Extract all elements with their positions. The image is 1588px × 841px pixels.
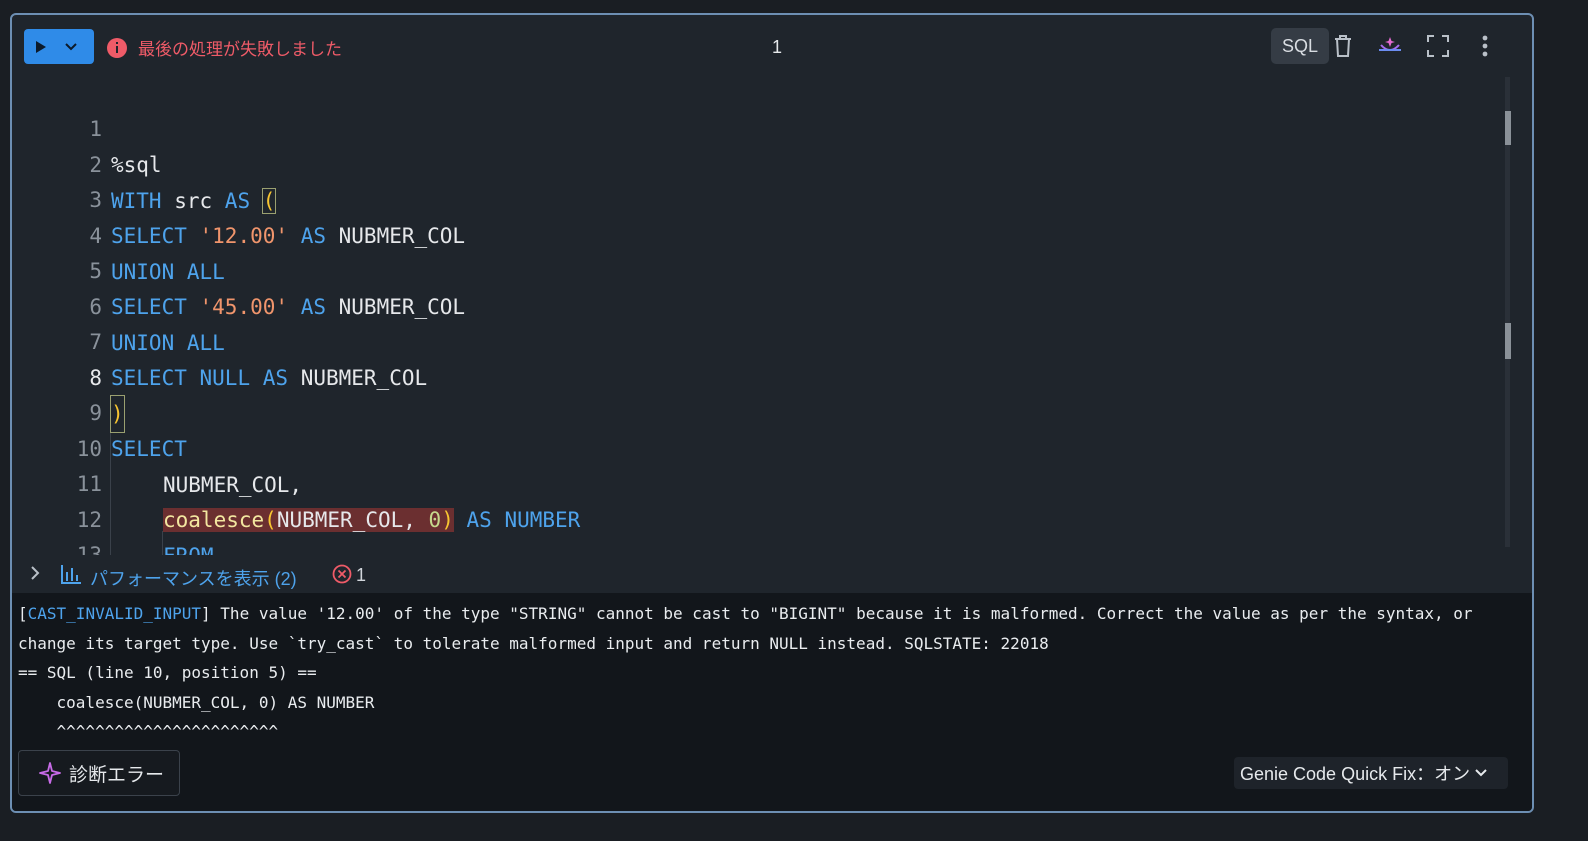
diagnose-error-button[interactable]: 診断エラー	[18, 750, 180, 796]
code-line: 6 UNION ALL	[12, 253, 224, 355]
code-line: 12 FROM	[12, 466, 214, 555]
code-line: 13 src	[12, 501, 102, 555]
run-button[interactable]	[24, 29, 94, 64]
play-icon[interactable]	[24, 40, 58, 54]
cell-number: 1	[772, 37, 783, 57]
language-badge[interactable]: SQL	[1271, 28, 1329, 64]
show-performance-link[interactable]: パフォーマンスを表示 (2)	[90, 565, 297, 591]
chevron-down-icon	[1475, 769, 1487, 777]
fullscreen-icon[interactable]	[1425, 33, 1451, 59]
code-line: 10 NUBMER_COL,	[12, 395, 302, 497]
error-output: [CAST_INVALID_INPUT] The value '12.00' o…	[12, 593, 1532, 811]
error-info-icon	[107, 37, 127, 58]
code-text: NUBMER_COL,	[163, 473, 303, 497]
code-text: UNION ALL	[111, 260, 225, 284]
code-text: FROM	[163, 538, 214, 555]
notebook-cell[interactable]: 最後の処理が失敗しました 1 SQL 1 %sql 2 WITH src AS …	[10, 13, 1534, 813]
chevron-right-icon[interactable]	[30, 565, 40, 586]
code-line: 9 SELECT	[12, 359, 187, 461]
code-text: SELECT NULL AS NUBMER_COL	[111, 366, 428, 390]
code-line: 1 %sql	[12, 75, 161, 177]
code-line: 7 SELECT NULL AS NUBMER_COL	[12, 288, 427, 390]
genie-quick-fix-label: Genie Code Quick Fix：オン	[1240, 764, 1471, 784]
code-line: 2 WITH src AS (	[12, 111, 277, 214]
scroll-marker	[1505, 111, 1511, 145]
bar-chart-icon	[60, 563, 82, 590]
code-text: SELECT '12.00' AS NUBMER_COL	[111, 224, 466, 248]
code-text: SELECT '45.00' AS NUBMER_COL	[111, 295, 466, 319]
editor-scrollbar[interactable]	[1505, 77, 1510, 547]
code-line: 11 coalesce(NUBMER_COL, 0) AS NUMBER	[12, 430, 580, 532]
error-code-link[interactable]: CAST_INVALID_INPUT	[28, 604, 201, 623]
error-highlight[interactable]: coalesce(NUBMER_COL, 0)	[163, 508, 454, 532]
scroll-marker	[1505, 323, 1511, 359]
assistant-icon[interactable]	[1377, 33, 1403, 59]
code-line: 3 SELECT '12.00' AS NUBMER_COL	[12, 146, 465, 248]
performance-row: パフォーマンスを表示 (2) 1	[12, 555, 1532, 595]
run-status: 最後の処理が失敗しました	[106, 35, 342, 60]
chevron-down-icon[interactable]	[58, 42, 84, 52]
error-count[interactable]: 1	[356, 565, 366, 586]
trash-icon[interactable]	[1330, 33, 1356, 59]
error-circle-icon	[332, 564, 352, 589]
code-line: 5 SELECT '45.00' AS NUBMER_COL	[12, 217, 465, 319]
code-text: %sql	[111, 153, 162, 177]
sparkle-icon	[39, 762, 61, 784]
error-message: [CAST_INVALID_INPUT] The value '12.00' o…	[18, 604, 1483, 741]
code-line: 4 UNION ALL	[12, 182, 224, 284]
status-text: 最後の処理が失敗しました	[138, 40, 342, 59]
code-text: WITH src AS (	[111, 188, 277, 214]
code-text: )	[110, 395, 125, 433]
code-editor[interactable]: 1 %sql 2 WITH src AS ( 3 SELECT '12.00' …	[12, 75, 1512, 555]
diagnose-error-label: 診断エラー	[69, 764, 165, 786]
line-number: 13	[76, 543, 102, 555]
cell-toolbar: 最後の処理が失敗しました 1 SQL	[12, 15, 1532, 75]
code-line: 8 )	[12, 324, 125, 433]
more-options-icon[interactable]	[1472, 33, 1498, 59]
code-text: SELECT	[111, 437, 187, 461]
code-text: coalesce(NUBMER_COL, 0) AS NUMBER	[163, 508, 581, 532]
code-text: UNION ALL	[111, 331, 225, 355]
genie-quick-fix-toggle[interactable]: Genie Code Quick Fix：オン	[1234, 757, 1508, 789]
